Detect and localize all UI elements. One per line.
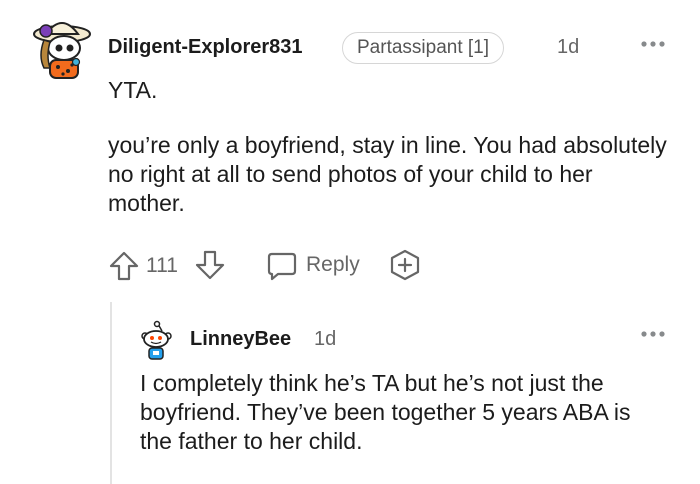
- reply-label: Reply: [306, 253, 360, 276]
- add-award-icon[interactable]: [388, 248, 422, 282]
- comment-bubble-icon: [266, 250, 298, 282]
- comment-paragraph: YTA.: [108, 77, 158, 103]
- comment-paragraph: you’re only a boyfriend, stay in line. Y…: [108, 132, 667, 216]
- arrow-up-icon[interactable]: [108, 250, 140, 282]
- vote-count: 111: [146, 254, 178, 277]
- more-dots-icon[interactable]: [640, 38, 666, 54]
- reply-text: I completely think he’s TA but he’s not …: [140, 370, 631, 454]
- reply-button[interactable]: Reply: [266, 250, 366, 282]
- comment-timestamp: 1d: [557, 36, 580, 58]
- comment-username[interactable]: Diligent-Explorer831: [108, 36, 303, 59]
- reply-timestamp: 1d: [314, 328, 337, 350]
- reply-avatar[interactable]: [138, 320, 174, 362]
- reply-username[interactable]: LinneyBee: [190, 328, 291, 351]
- more-dots-icon[interactable]: [640, 328, 666, 344]
- user-flair: Partassipant [1]: [342, 32, 505, 64]
- commenter-avatar[interactable]: [30, 12, 92, 84]
- thread-line[interactable]: [110, 302, 112, 484]
- arrow-down-icon[interactable]: [194, 249, 226, 281]
